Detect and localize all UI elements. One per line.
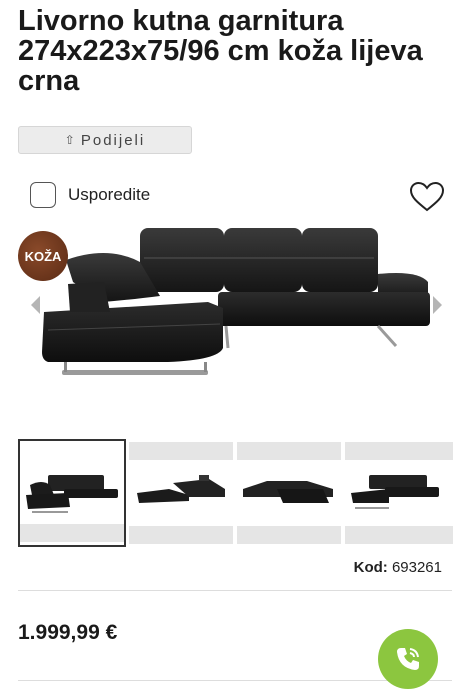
product-price: 1.999,99 €	[18, 621, 118, 644]
divider	[18, 590, 452, 591]
product-title: Livorno kutna garnitura 274x223x75/96 cm…	[18, 5, 423, 97]
phone-icon	[397, 648, 419, 670]
product-code-value: 693261	[391, 559, 442, 576]
thumbnail-4[interactable]	[345, 439, 453, 547]
thumbnail-header-bar	[237, 442, 341, 460]
chevron-left-icon[interactable]	[31, 296, 40, 314]
compare-checkbox[interactable]	[30, 182, 56, 208]
thumbnail-image	[26, 475, 118, 513]
thumbnail-image	[137, 475, 225, 503]
thumbnail-header-bar	[345, 442, 453, 460]
thumbnail-footer-bar	[129, 526, 233, 544]
thumbnail-footer-bar	[20, 524, 124, 542]
chevron-right-icon[interactable]	[433, 296, 442, 314]
compare-toggle[interactable]: Usporedite	[30, 182, 150, 208]
call-button[interactable]	[378, 629, 438, 689]
thumbnail-image	[243, 481, 333, 503]
thumbnail-footer-bar	[345, 526, 453, 544]
thumbnail-2[interactable]	[129, 439, 233, 547]
leather-badge: KOŽA	[18, 231, 68, 281]
share-button-label: Podijeli	[80, 131, 146, 149]
thumbnail-1[interactable]	[18, 439, 126, 547]
share-icon: ⇧	[64, 133, 75, 147]
thumbnail-header-bar	[129, 442, 233, 460]
product-code-label: Kod:	[353, 559, 388, 576]
thumbnail-3[interactable]	[237, 439, 341, 547]
compare-label: Usporedite	[68, 185, 151, 204]
thumbnail-footer-bar	[237, 526, 341, 544]
thumbnail-strip	[18, 439, 470, 547]
product-code: Kod: 693261	[354, 559, 442, 576]
thumbnail-image	[351, 475, 439, 509]
product-main-image[interactable]	[18, 220, 452, 395]
heart-icon[interactable]	[409, 181, 445, 213]
share-button[interactable]: ⇧ Podijeli	[18, 126, 192, 154]
